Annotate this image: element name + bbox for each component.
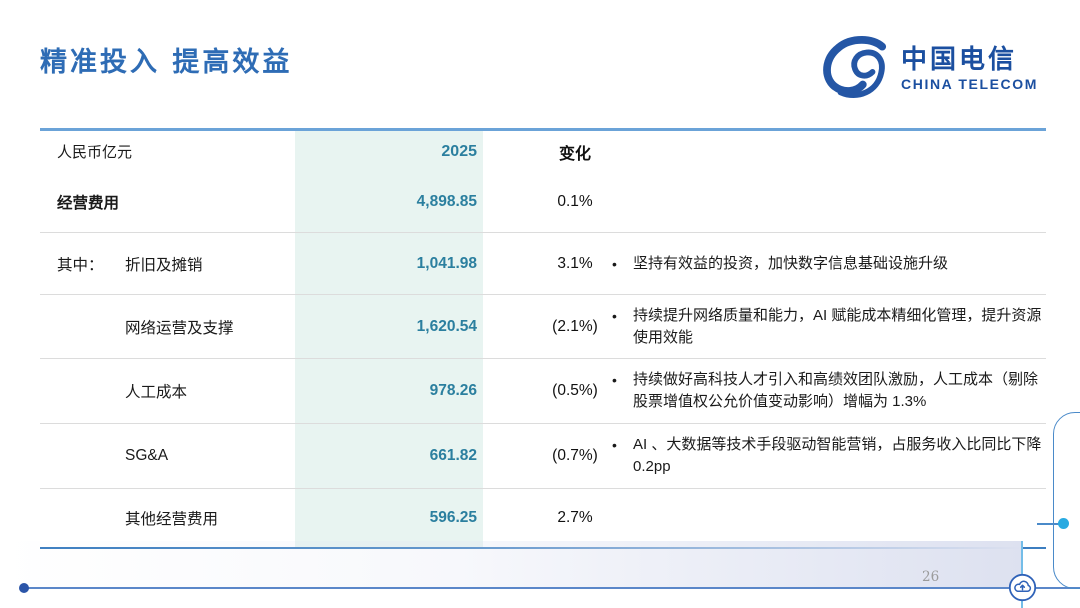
row-note-cell [612, 172, 1046, 232]
bullet-icon: • [612, 305, 620, 327]
page-number: 26 [922, 569, 939, 585]
row-change: 2.7% [483, 489, 612, 547]
header-unit: 人民币亿元 [40, 131, 295, 172]
china-telecom-logo-icon [821, 36, 891, 102]
row-label-cell: SG&A [40, 424, 295, 488]
row-note-cell: • 持续提升网络质量和能力，AI 赋能成本精细化管理，提升资源使用效能 [612, 295, 1046, 358]
row-label: 经营费用 [57, 191, 119, 213]
row-label-cell: 其他经营费用 [40, 489, 295, 547]
expense-table: 人民币亿元 2025 变化 经营费用4,898.850.1%其中：折旧及摊销1,… [40, 128, 1046, 549]
row-prefix: 其中： [57, 253, 125, 275]
bottom-rule-dot [19, 583, 29, 593]
decorative-cyan-dot [1058, 518, 1069, 529]
table-row: 经营费用 4,898.850.1% [40, 172, 1046, 232]
row-label-cell: 其中：折旧及摊销 [40, 233, 295, 294]
slide: 精准投入 提高效益 中国电信 CHINA TELECOM 人民币亿元 2025 … [0, 0, 1080, 608]
bottom-gradient-band [0, 541, 1022, 587]
row-value: 1,620.54 [295, 295, 483, 358]
row-change: 3.1% [483, 233, 612, 294]
table-row: 其他经营费用 596.252.7% [40, 488, 1046, 547]
table-row: 其中：折旧及摊销1,041.983.1%•坚持有效益的投资，加快数字信息基础设施… [40, 232, 1046, 294]
bullet-icon: • [612, 434, 620, 456]
china-telecom-logo: 中国电信 CHINA TELECOM [821, 36, 1038, 102]
row-value: 596.25 [295, 489, 483, 547]
decorative-rounded-frame [1053, 412, 1080, 589]
table-row: SG&A 661.82(0.7%)• AI 、大数据等技术手段驱动智能营销，占服务收… [40, 423, 1046, 488]
row-note-cell [612, 489, 1046, 547]
row-change: (2.1%) [483, 295, 612, 358]
row-value: 4,898.85 [295, 172, 483, 232]
bottom-rule [20, 587, 1080, 589]
row-note-cell: • 坚持有效益的投资，加快数字信息基础设施升级 [612, 233, 1046, 294]
table-header-row: 人民币亿元 2025 变化 [40, 131, 1046, 172]
row-label: 折旧及摊销 [125, 253, 203, 275]
row-note: 持续做好高科技人才引入和高绩效团队激励，人工成本（剔除股票增值权公允价值变动影响… [633, 369, 1044, 413]
row-value: 978.26 [295, 359, 483, 423]
row-value: 1,041.98 [295, 233, 483, 294]
row-label-cell: 人工成本 [40, 359, 295, 423]
table-row: 网络运营及支撑 1,620.54(2.1%)• 持续提升网络质量和能力，AI 赋能成… [40, 294, 1046, 358]
header-change: 变化 [483, 131, 612, 172]
row-label-cell: 经营费用 [40, 172, 295, 232]
table-row: 人工成本 978.26(0.5%)• 持续做好高科技人才引入和高绩效团队激励，人工成… [40, 358, 1046, 423]
logo-name-cn: 中国电信 [901, 46, 1038, 75]
page-title: 精准投入 提高效益 [40, 40, 292, 79]
row-label: 其他经营费用 [125, 507, 218, 529]
row-label: 网络运营及支撑 [125, 316, 234, 338]
row-value: 661.82 [295, 424, 483, 488]
bullet-icon: • [612, 369, 620, 391]
row-label: SG&A [125, 447, 168, 465]
row-note: AI 、大数据等技术手段驱动智能营销，占服务收入比同比下降 0.2pp [633, 434, 1044, 478]
row-label: 人工成本 [125, 380, 187, 402]
header-year: 2025 [295, 131, 483, 172]
header-note [612, 131, 1046, 172]
row-note-cell: • 持续做好高科技人才引入和高绩效团队激励，人工成本（剔除股票增值权公允价值变动影… [612, 359, 1046, 423]
logo-text: 中国电信 CHINA TELECOM [901, 46, 1038, 92]
row-label-cell: 网络运营及支撑 [40, 295, 295, 358]
decorative-tick-line [1037, 523, 1059, 525]
row-note-cell: • AI 、大数据等技术手段驱动智能营销，占服务收入比同比下降 0.2pp [612, 424, 1046, 488]
logo-name-en: CHINA TELECOM [901, 77, 1038, 92]
row-change: 0.1% [483, 172, 612, 232]
row-change: (0.5%) [483, 359, 612, 423]
row-change: (0.7%) [483, 424, 612, 488]
row-note: 坚持有效益的投资，加快数字信息基础设施升级 [633, 253, 948, 275]
table-rows: 经营费用4,898.850.1%其中：折旧及摊销1,041.983.1%•坚持有… [40, 172, 1046, 547]
cloud-upload-icon [1008, 573, 1037, 602]
row-note: 持续提升网络质量和能力，AI 赋能成本精细化管理，提升资源使用效能 [633, 305, 1044, 349]
bullet-icon: • [612, 253, 620, 275]
